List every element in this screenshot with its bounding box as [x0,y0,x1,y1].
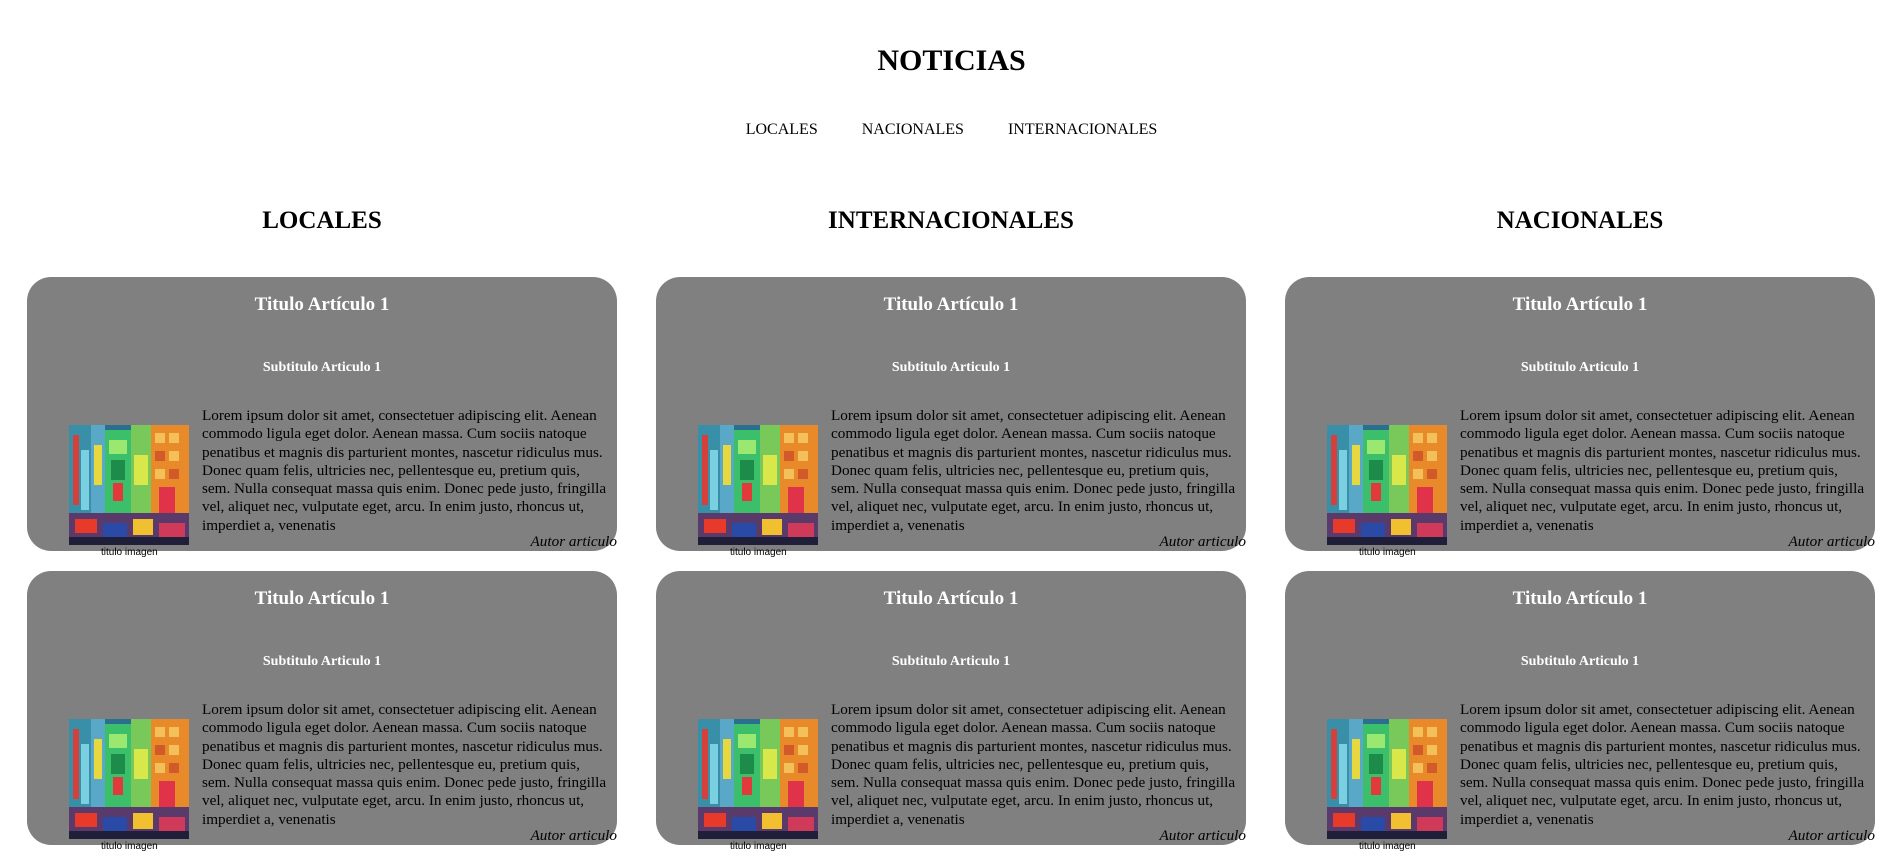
article-subtitle: Subtitulo Articulo 1 [891,360,1011,375]
article-subtitle: Subtitulo Articulo 1 [1520,360,1640,375]
article-image [69,719,189,839]
section-locales: LOCALES Titulo Artículo 1 Subtitulo Arti… [27,205,617,865]
article-title: Titulo Artículo 1 [883,588,1019,609]
image-caption: titulo imagen [730,841,787,852]
article-card: Titulo Artículo 1 Subtitulo Articulo 1 t… [656,571,1246,852]
article-card: Titulo Artículo 1 Subtitulo Articulo 1 t… [27,571,617,852]
article-image [69,425,189,545]
article-image [1327,719,1447,839]
article-title: Titulo Artículo 1 [883,294,1019,315]
article-image [698,425,818,545]
article-subtitle: Subtitulo Articulo 1 [1520,654,1640,669]
article-author: Autor articulo [530,533,617,550]
page-title: NOTICIAS [877,44,1026,77]
article-card: Titulo Artículo 1 Subtitulo Articulo 1 t… [1285,277,1875,558]
article-subtitle: Subtitulo Articulo 1 [891,654,1011,669]
article-title: Titulo Artículo 1 [254,588,390,609]
article-subtitle: Subtitulo Articulo 1 [262,654,382,669]
nav-link-locales[interactable]: LOCALES [746,120,818,140]
image-caption: titulo imagen [730,547,787,558]
section-heading: INTERNACIONALES [828,207,1074,234]
image-caption: titulo imagen [1359,547,1416,558]
section-heading: NACIONALES [1496,207,1664,234]
main-nav: LOCALES NACIONALES INTERNACIONALES [0,120,1903,140]
image-caption: titulo imagen [101,547,158,558]
article-title: Titulo Artículo 1 [1512,588,1648,609]
article-image [1327,425,1447,545]
article-body: Lorem ipsum dolor sit amet, consectetuer… [202,701,607,828]
image-caption: titulo imagen [101,841,158,852]
image-caption: titulo imagen [1359,841,1416,852]
article-card: Titulo Artículo 1 Subtitulo Articulo 1 t… [656,277,1246,558]
article-author: Autor articulo [1788,533,1875,550]
article-body: Lorem ipsum dolor sit amet, consectetuer… [831,701,1236,828]
article-author: Autor articulo [1159,827,1246,844]
article-author: Autor articulo [1788,827,1875,844]
section-nacionales: NACIONALES Titulo Artículo 1 Subtitulo A… [1285,205,1875,865]
article-title: Titulo Artículo 1 [254,294,390,315]
article-author: Autor articulo [1159,533,1246,550]
article-body: Lorem ipsum dolor sit amet, consectetuer… [1460,407,1865,534]
article-subtitle: Subtitulo Articulo 1 [262,360,382,375]
article-author: Autor articulo [530,827,617,844]
article-card: Titulo Artículo 1 Subtitulo Articulo 1 t… [27,277,617,558]
article-body: Lorem ipsum dolor sit amet, consectetuer… [831,407,1236,534]
nav-link-internacionales[interactable]: INTERNACIONALES [1008,120,1157,140]
section-heading: LOCALES [262,207,382,234]
article-title: Titulo Artículo 1 [1512,294,1648,315]
nav-link-nacionales[interactable]: NACIONALES [862,120,964,140]
article-card: Titulo Artículo 1 Subtitulo Articulo 1 t… [1285,571,1875,852]
section-internacionales: INTERNACIONALES Titulo Artículo 1 Subtit… [656,205,1246,865]
article-body: Lorem ipsum dolor sit amet, consectetuer… [202,407,607,534]
article-body: Lorem ipsum dolor sit amet, consectetuer… [1460,701,1865,828]
article-image [698,719,818,839]
